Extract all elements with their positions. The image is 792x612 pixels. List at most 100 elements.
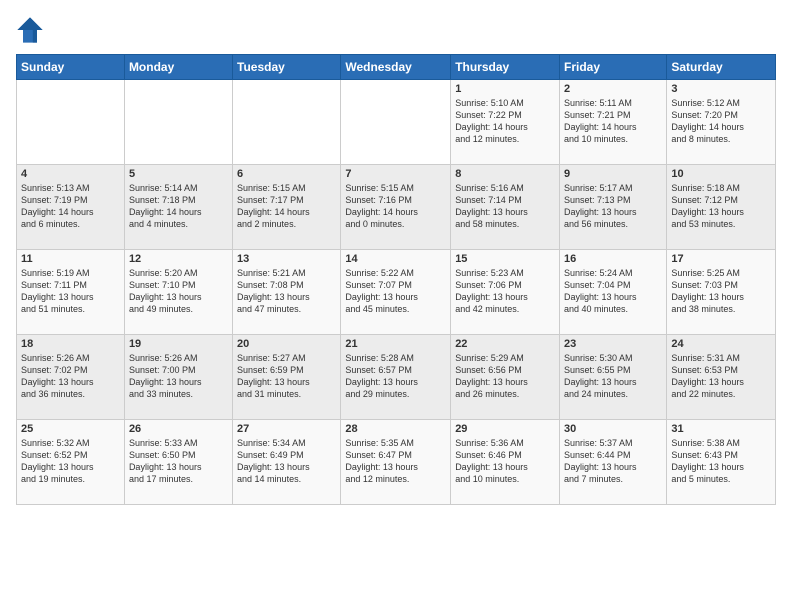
calendar-cell: 28 Sunrise: 5:35 AM Sunset: 6:47 PM Dayli… bbox=[341, 420, 451, 505]
day-number: 20 bbox=[237, 338, 336, 350]
day-info: Sunrise: 5:15 AM Sunset: 7:17 PM Dayligh… bbox=[237, 182, 336, 231]
calendar-table: SundayMondayTuesdayWednesdayThursdayFrid… bbox=[16, 54, 776, 505]
day-info: Sunrise: 5:36 AM Sunset: 6:46 PM Dayligh… bbox=[455, 437, 555, 486]
day-info: Sunrise: 5:26 AM Sunset: 7:02 PM Dayligh… bbox=[21, 352, 120, 401]
day-number: 30 bbox=[564, 423, 662, 435]
calendar-cell bbox=[341, 80, 451, 165]
calendar-cell: 13 Sunrise: 5:21 AM Sunset: 7:08 PM Dayli… bbox=[233, 250, 341, 335]
day-info: Sunrise: 5:38 AM Sunset: 6:43 PM Dayligh… bbox=[671, 437, 771, 486]
calendar-week-5: 25 Sunrise: 5:32 AM Sunset: 6:52 PM Dayli… bbox=[17, 420, 776, 505]
day-info: Sunrise: 5:34 AM Sunset: 6:49 PM Dayligh… bbox=[237, 437, 336, 486]
day-info: Sunrise: 5:35 AM Sunset: 6:47 PM Dayligh… bbox=[345, 437, 446, 486]
logo bbox=[16, 16, 48, 44]
day-info: Sunrise: 5:27 AM Sunset: 6:59 PM Dayligh… bbox=[237, 352, 336, 401]
day-number: 28 bbox=[345, 423, 446, 435]
calendar-cell bbox=[124, 80, 232, 165]
calendar-cell: 22 Sunrise: 5:29 AM Sunset: 6:56 PM Dayli… bbox=[451, 335, 560, 420]
calendar-cell: 31 Sunrise: 5:38 AM Sunset: 6:43 PM Dayli… bbox=[667, 420, 776, 505]
day-info: Sunrise: 5:23 AM Sunset: 7:06 PM Dayligh… bbox=[455, 267, 555, 316]
day-number: 11 bbox=[21, 253, 120, 265]
day-number: 25 bbox=[21, 423, 120, 435]
calendar-cell: 12 Sunrise: 5:20 AM Sunset: 7:10 PM Dayli… bbox=[124, 250, 232, 335]
day-number: 3 bbox=[671, 83, 771, 95]
day-info: Sunrise: 5:26 AM Sunset: 7:00 PM Dayligh… bbox=[129, 352, 228, 401]
day-number: 26 bbox=[129, 423, 228, 435]
day-info: Sunrise: 5:37 AM Sunset: 6:44 PM Dayligh… bbox=[564, 437, 662, 486]
weekday-header-friday: Friday bbox=[560, 55, 667, 80]
calendar-cell: 2 Sunrise: 5:11 AM Sunset: 7:21 PM Daylig… bbox=[560, 80, 667, 165]
day-number: 8 bbox=[455, 168, 555, 180]
calendar-cell: 9Sunrise: 5:17 AM Sunset: 7:13 PM Daylig… bbox=[560, 165, 667, 250]
day-info: Sunrise: 5:20 AM Sunset: 7:10 PM Dayligh… bbox=[129, 267, 228, 316]
calendar-cell: 10 Sunrise: 5:18 AM Sunset: 7:12 PM Dayli… bbox=[667, 165, 776, 250]
weekday-header-thursday: Thursday bbox=[451, 55, 560, 80]
calendar-week-2: 4 Sunrise: 5:13 AM Sunset: 7:19 PM Daylig… bbox=[17, 165, 776, 250]
day-number: 13 bbox=[237, 253, 336, 265]
day-number: 21 bbox=[345, 338, 446, 350]
weekday-header-wednesday: Wednesday bbox=[341, 55, 451, 80]
calendar-cell: 16 Sunrise: 5:24 AM Sunset: 7:04 PM Dayli… bbox=[560, 250, 667, 335]
day-info: Sunrise: 5:11 AM Sunset: 7:21 PM Dayligh… bbox=[564, 97, 662, 146]
calendar-cell: 4 Sunrise: 5:13 AM Sunset: 7:19 PM Daylig… bbox=[17, 165, 125, 250]
day-info: Sunrise: 5:28 AM Sunset: 6:57 PM Dayligh… bbox=[345, 352, 446, 401]
day-number: 19 bbox=[129, 338, 228, 350]
day-info: Sunrise: 5:13 AM Sunset: 7:19 PM Dayligh… bbox=[21, 182, 120, 231]
calendar-cell: 29 Sunrise: 5:36 AM Sunset: 6:46 PM Dayli… bbox=[451, 420, 560, 505]
day-number: 22 bbox=[455, 338, 555, 350]
calendar-cell: 15 Sunrise: 5:23 AM Sunset: 7:06 PM Dayli… bbox=[451, 250, 560, 335]
day-info: Sunrise: 5:29 AM Sunset: 6:56 PM Dayligh… bbox=[455, 352, 555, 401]
day-info: Sunrise: 5:18 AM Sunset: 7:12 PM Dayligh… bbox=[671, 182, 771, 231]
day-number: 2 bbox=[564, 83, 662, 95]
calendar-cell bbox=[17, 80, 125, 165]
calendar-cell: 6 Sunrise: 5:15 AM Sunset: 7:17 PM Daylig… bbox=[233, 165, 341, 250]
day-number: 29 bbox=[455, 423, 555, 435]
calendar-cell: 18Sunrise: 5:26 AM Sunset: 7:02 PM Dayli… bbox=[17, 335, 125, 420]
day-number: 5 bbox=[129, 168, 228, 180]
calendar-week-3: 11Sunrise: 5:19 AM Sunset: 7:11 PM Dayli… bbox=[17, 250, 776, 335]
day-info: Sunrise: 5:30 AM Sunset: 6:55 PM Dayligh… bbox=[564, 352, 662, 401]
weekday-header-monday: Monday bbox=[124, 55, 232, 80]
day-number: 27 bbox=[237, 423, 336, 435]
calendar-week-1: 1Sunrise: 5:10 AM Sunset: 7:22 PM Daylig… bbox=[17, 80, 776, 165]
calendar-cell: 24Sunrise: 5:31 AM Sunset: 6:53 PM Dayli… bbox=[667, 335, 776, 420]
day-number: 1 bbox=[455, 83, 555, 95]
calendar-header: SundayMondayTuesdayWednesdayThursdayFrid… bbox=[17, 55, 776, 80]
calendar-cell bbox=[233, 80, 341, 165]
day-number: 31 bbox=[671, 423, 771, 435]
calendar-cell: 21 Sunrise: 5:28 AM Sunset: 6:57 PM Dayli… bbox=[341, 335, 451, 420]
day-number: 10 bbox=[671, 168, 771, 180]
day-info: Sunrise: 5:25 AM Sunset: 7:03 PM Dayligh… bbox=[671, 267, 771, 316]
day-number: 4 bbox=[21, 168, 120, 180]
day-number: 6 bbox=[237, 168, 336, 180]
day-number: 23 bbox=[564, 338, 662, 350]
calendar-cell: 25 Sunrise: 5:32 AM Sunset: 6:52 PM Dayli… bbox=[17, 420, 125, 505]
calendar-week-4: 18Sunrise: 5:26 AM Sunset: 7:02 PM Dayli… bbox=[17, 335, 776, 420]
calendar-cell: 7Sunrise: 5:15 AM Sunset: 7:16 PM Daylig… bbox=[341, 165, 451, 250]
day-info: Sunrise: 5:22 AM Sunset: 7:07 PM Dayligh… bbox=[345, 267, 446, 316]
calendar-cell: 27 Sunrise: 5:34 AM Sunset: 6:49 PM Dayli… bbox=[233, 420, 341, 505]
day-info: Sunrise: 5:24 AM Sunset: 7:04 PM Dayligh… bbox=[564, 267, 662, 316]
day-info: Sunrise: 5:21 AM Sunset: 7:08 PM Dayligh… bbox=[237, 267, 336, 316]
calendar-cell: 11Sunrise: 5:19 AM Sunset: 7:11 PM Dayli… bbox=[17, 250, 125, 335]
weekday-row: SundayMondayTuesdayWednesdayThursdayFrid… bbox=[17, 55, 776, 80]
page-header bbox=[16, 16, 776, 44]
day-number: 17 bbox=[671, 253, 771, 265]
calendar-cell: 3Sunrise: 5:12 AM Sunset: 7:20 PM Daylig… bbox=[667, 80, 776, 165]
calendar-cell: 30 Sunrise: 5:37 AM Sunset: 6:44 PM Dayli… bbox=[560, 420, 667, 505]
day-number: 24 bbox=[671, 338, 771, 350]
weekday-header-tuesday: Tuesday bbox=[233, 55, 341, 80]
day-info: Sunrise: 5:33 AM Sunset: 6:50 PM Dayligh… bbox=[129, 437, 228, 486]
day-info: Sunrise: 5:32 AM Sunset: 6:52 PM Dayligh… bbox=[21, 437, 120, 486]
day-number: 12 bbox=[129, 253, 228, 265]
calendar-cell: 1Sunrise: 5:10 AM Sunset: 7:22 PM Daylig… bbox=[451, 80, 560, 165]
day-number: 15 bbox=[455, 253, 555, 265]
day-info: Sunrise: 5:17 AM Sunset: 7:13 PM Dayligh… bbox=[564, 182, 662, 231]
calendar-cell: 23 Sunrise: 5:30 AM Sunset: 6:55 PM Dayli… bbox=[560, 335, 667, 420]
calendar-cell: 8Sunrise: 5:16 AM Sunset: 7:14 PM Daylig… bbox=[451, 165, 560, 250]
day-number: 16 bbox=[564, 253, 662, 265]
logo-icon bbox=[16, 16, 44, 44]
weekday-header-sunday: Sunday bbox=[17, 55, 125, 80]
calendar-cell: 26 Sunrise: 5:33 AM Sunset: 6:50 PM Dayli… bbox=[124, 420, 232, 505]
calendar-cell: 5Sunrise: 5:14 AM Sunset: 7:18 PM Daylig… bbox=[124, 165, 232, 250]
calendar-cell: 20 Sunrise: 5:27 AM Sunset: 6:59 PM Dayli… bbox=[233, 335, 341, 420]
